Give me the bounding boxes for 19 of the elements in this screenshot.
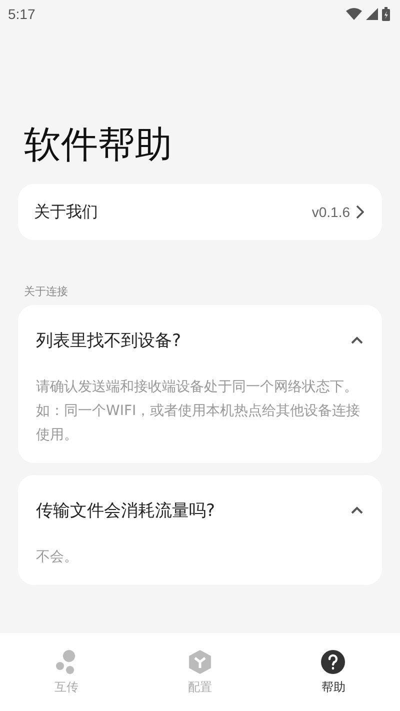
help-icon — [320, 649, 346, 675]
page-title: 软件帮助 — [24, 122, 173, 168]
nav-tab[interactable]: 帮助 — [266, 633, 400, 711]
signal-icon — [366, 8, 378, 20]
about-row[interactable]: 关于我们 v0.1.6 — [18, 184, 382, 240]
collapse-icon[interactable] — [350, 336, 364, 344]
faq-question[interactable]: 列表里找不到设备? — [36, 328, 350, 352]
about-label: 关于我们 — [34, 202, 99, 222]
status-time: 5:17 — [8, 6, 36, 22]
faq-answer: 不会。 — [36, 548, 79, 567]
version-text: v0.1.6 — [312, 204, 350, 220]
section-heading: 关于连接 — [24, 284, 69, 299]
faq-answer: 请确认发送端和接收端设备处于同一个网络状态下。如：同一个WIFI，或者使用本机热点给其他设备连接使用。 — [36, 378, 362, 445]
chevron-right-icon — [356, 205, 364, 219]
wifi-icon — [346, 8, 362, 20]
cube-icon — [186, 649, 213, 675]
faq-question[interactable]: 传输文件会消耗流量吗? — [36, 498, 350, 522]
collapse-icon[interactable] — [350, 506, 364, 514]
battery-icon — [382, 7, 390, 21]
